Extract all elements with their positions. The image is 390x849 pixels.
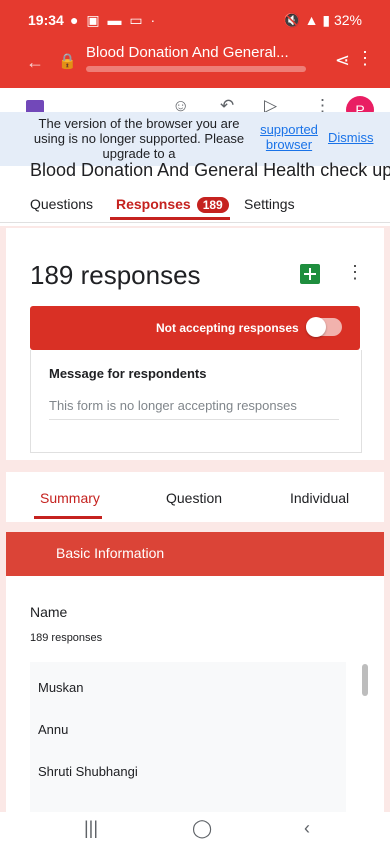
question-response-count: 189 responses — [30, 632, 103, 644]
summary-tabs: Summary Question Individual — [6, 472, 384, 522]
message-heading: Message for respondents — [49, 366, 207, 381]
section-title: Basic Information — [56, 545, 165, 561]
section-header: Basic Information — [6, 532, 384, 576]
question-title: Name — [30, 604, 68, 620]
responses-count: 189 responses — [30, 260, 201, 290]
list-item: Shruti Shubhangi — [38, 764, 138, 779]
accepting-responses-bar: Not accepting responses — [30, 306, 360, 350]
answers-scrollbar[interactable] — [362, 664, 368, 696]
section-card: Basic Information Name 189 responses Mus… — [6, 532, 384, 812]
more-vert-icon[interactable]: ⋮ — [356, 48, 374, 69]
list-item: Muskan — [38, 680, 84, 695]
form-title: Blood Donation And General Health check … — [30, 160, 390, 180]
tab-questions[interactable]: Questions — [30, 196, 93, 212]
banner-message: The version of the browser you are using… — [33, 116, 245, 161]
dismiss-link[interactable]: Dismiss — [328, 130, 374, 145]
share-icon[interactable]: ⋖ — [335, 50, 350, 71]
answers-list[interactable]: Muskan Annu Shruti Shubhangi — [30, 662, 346, 812]
system-nav-bar: ||| ◯ ‹ — [0, 812, 390, 849]
responses-count-badge: 189 — [196, 197, 229, 213]
back-arrow-icon[interactable]: ← — [26, 52, 44, 73]
status-time: 19:34 — [28, 12, 64, 28]
active-tab-indicator — [110, 217, 230, 220]
status-right: 🔇 ▲ ▮ 32% — [283, 12, 362, 28]
browser-page-title[interactable]: Blood Donation And General... — [86, 44, 306, 61]
accepting-responses-label: Not accepting responses — [156, 321, 299, 335]
tab-individual[interactable]: Individual — [290, 490, 349, 506]
tab-responses[interactable]: Responses 189 — [116, 196, 229, 213]
tab-settings[interactable]: Settings — [244, 196, 295, 212]
status-bar: 19:34 ● ▣ ▬ ▭ · 🔇 ▲ ▮ 32% — [0, 0, 390, 38]
message-for-respondents: Message for respondents This form is no … — [30, 350, 362, 453]
nav-back-icon[interactable]: ‹ — [304, 818, 310, 839]
unsupported-browser-banner: The version of the browser you are using… — [0, 112, 390, 166]
lock-icon[interactable]: 🔒 — [58, 52, 77, 70]
browser-url[interactable] — [86, 66, 306, 72]
supported-browser-link[interactable]: supported browser — [254, 122, 324, 152]
summary-tab-indicator — [34, 516, 102, 519]
battery-level: 32% — [333, 12, 362, 28]
recents-icon[interactable]: ||| — [84, 818, 98, 839]
tab-responses-label: Responses — [116, 196, 191, 212]
responses-more-icon[interactable]: ⋮ — [346, 262, 364, 283]
browser-toolbar: ← 🔒 Blood Donation And General... ⋖ ⋮ — [0, 38, 390, 88]
responses-card: 189 responses ⋮ Not accepting responses … — [6, 228, 384, 460]
list-item: Annu — [38, 722, 69, 737]
tab-summary[interactable]: Summary — [40, 490, 100, 506]
notification-icons: ● ▣ ▬ ▭ · — [70, 12, 158, 28]
home-icon[interactable]: ◯ — [192, 818, 212, 839]
accepting-responses-toggle[interactable] — [306, 317, 342, 337]
tab-question[interactable]: Question — [166, 490, 222, 506]
responses-content: 189 responses ⋮ Not accepting responses … — [0, 226, 390, 812]
sheets-icon[interactable] — [300, 264, 320, 284]
message-text[interactable]: This form is no longer accepting respons… — [49, 398, 339, 420]
